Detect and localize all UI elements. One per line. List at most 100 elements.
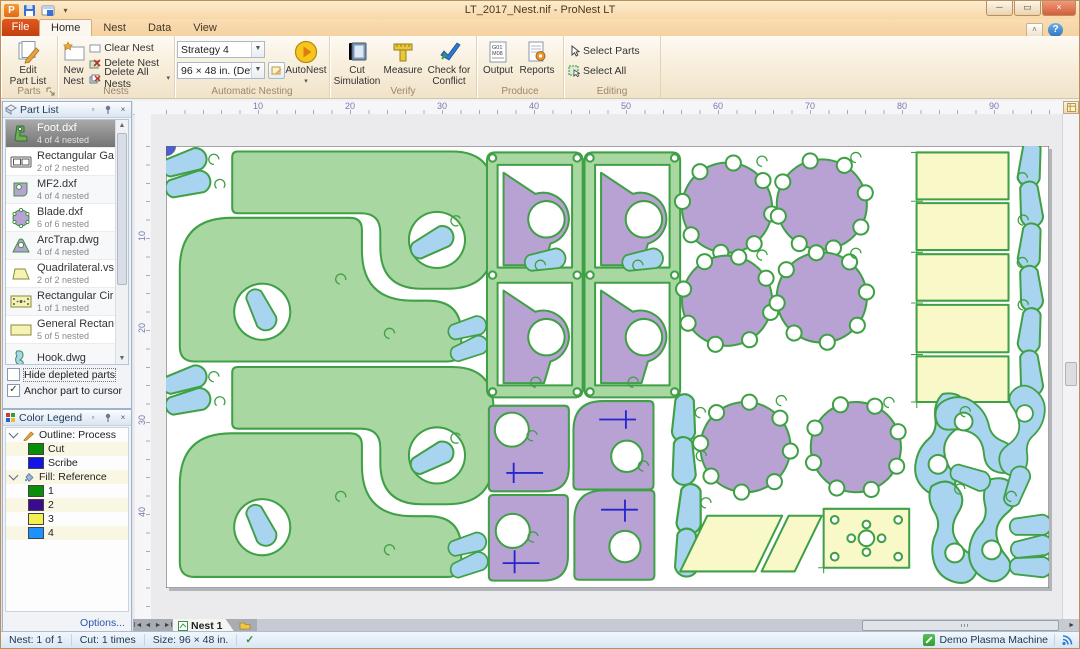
collapse-icon[interactable] — [9, 429, 19, 439]
cut-simulation-icon — [345, 40, 369, 64]
legend-group-outline[interactable]: Outline: Process — [6, 428, 128, 442]
select-all-button[interactable]: Select All — [566, 64, 642, 78]
network-signal-icon[interactable] — [1061, 634, 1075, 646]
scroll-down-icon[interactable]: ▼ — [116, 353, 128, 364]
part-list-item-foot[interactable]: Foot.dxf4 of 4 nested — [6, 120, 128, 148]
edit-plate-button[interactable] — [268, 62, 285, 79]
sidebar: Part List ▫ × Foot.dxf4 of 4 nested Rect… — [1, 101, 133, 632]
part-icon-blade — [9, 208, 33, 228]
help-icon[interactable]: ? — [1048, 23, 1063, 37]
delete-all-nests-button[interactable]: Delete All Nests ▾ — [87, 71, 172, 85]
part-list-item-rectangular-ga[interactable]: Rectangular Ga2 of 2 nested — [6, 148, 128, 176]
close-button[interactable]: × — [1042, 1, 1076, 16]
tab-view[interactable]: View — [182, 20, 228, 36]
legend-row-ref2[interactable]: 2 — [6, 498, 128, 512]
hide-depleted-checkbox[interactable]: Hide depleted parts — [7, 368, 131, 381]
clear-nest-icon — [89, 42, 101, 54]
ribbon-group-editing: Select Parts Select All Editing — [564, 36, 661, 98]
tab-data[interactable]: Data — [137, 20, 182, 36]
legend-row-cut[interactable]: Cut — [6, 442, 128, 456]
nest-viewport[interactable]: .cut{stroke:#3fa045;stroke-width:0.22;st… — [151, 114, 1063, 621]
status-nest-count: Nest: 1 of 1 — [1, 634, 72, 646]
collapse-icon[interactable] — [9, 471, 19, 481]
ribbon: Edit Part List Parts New Nest Clear Nest — [1, 36, 1079, 99]
plate-size-caret-icon: ▼ — [251, 63, 264, 78]
measure-button[interactable]: Measure — [382, 38, 424, 88]
part-list-panel: Part List ▫ × Foot.dxf4 of 4 nested Rect… — [2, 101, 132, 409]
tab-home[interactable]: Home — [39, 19, 92, 36]
part-list-item-hook[interactable]: Hook.dwg — [6, 344, 128, 365]
nest-canvas: 10 20 30 40 50 60 70 80 90 10 20 30 40 — [133, 101, 1079, 621]
edit-part-list-button[interactable]: Edit Part List — [3, 38, 53, 88]
nest-part-rectangular-circle[interactable] — [818, 509, 909, 573]
legend-group-fill[interactable]: Fill: Reference — [6, 470, 128, 484]
part-list-icon — [5, 104, 17, 115]
ruler-options-button[interactable] — [1063, 101, 1079, 114]
nest-part-rectangle-group[interactable] — [911, 152, 1008, 408]
svg-text:M08: M08 — [492, 51, 503, 57]
minimize-button[interactable]: ─ — [986, 1, 1013, 16]
canvas-vertical-scrollbar[interactable] — [1062, 114, 1079, 621]
status-valid-icon: ✓ — [237, 634, 262, 646]
part-list-item-mf2[interactable]: MF2.dxf4 of 4 nested — [6, 176, 128, 204]
ribbon-group-produce: G01M08 Output Reports Produce — [477, 36, 564, 98]
part-list-item-rectangular-cir[interactable]: Rectangular Cir1 of 1 nested — [6, 288, 128, 316]
part-icon-rectangular-gasket — [9, 152, 33, 172]
cut-simulation-button[interactable]: Cut Simulation — [332, 38, 382, 88]
part-list-item-general-rectan[interactable]: General Rectan5 of 5 nested — [6, 316, 128, 344]
part-list-item-blade[interactable]: Blade.dxf6 of 6 nested — [6, 204, 128, 232]
ribbon-tab-row: File Home Nest Data View — [1, 19, 1079, 36]
group-label-verify: Verify — [330, 86, 476, 98]
legend-row-scribe[interactable]: Scribe — [6, 456, 128, 470]
check-for-conflict-icon — [437, 40, 461, 64]
check-for-conflict-button[interactable]: Check for Conflict — [424, 38, 474, 88]
clear-nest-button[interactable]: Clear Nest — [87, 41, 172, 55]
autonest-icon — [294, 40, 318, 64]
edit-part-list-icon — [16, 40, 40, 64]
panel-float-icon[interactable]: ▫ — [87, 412, 99, 423]
anchor-part-checkbox[interactable]: ✓ Anchor part to cursor — [7, 384, 131, 397]
ruler-left: 10 20 30 40 — [135, 114, 152, 621]
color-legend-options-link[interactable]: Options... — [80, 617, 125, 629]
tab-file[interactable]: File — [2, 19, 39, 36]
machine-name[interactable]: Demo Plasma Machine — [939, 634, 1048, 646]
part-list-title: Part List — [20, 104, 84, 116]
reports-button[interactable]: Reports — [517, 38, 557, 88]
measure-icon — [391, 40, 415, 64]
plate-size-select[interactable]: 96 × 48 in. (Defaul ▼ — [177, 62, 265, 79]
ref3-color-swatch — [28, 513, 44, 525]
parts-dialog-launcher-icon[interactable] — [46, 87, 56, 97]
part-list-item-quadrilateral[interactable]: Quadrilateral.vs2 of 2 nested — [6, 260, 128, 288]
new-nest-button[interactable]: New Nest — [60, 38, 87, 88]
legend-row-ref4[interactable]: 4 — [6, 526, 128, 540]
legend-row-ref3[interactable]: 3 — [6, 512, 128, 526]
tab-nest[interactable]: Nest — [92, 20, 137, 36]
pencil-icon — [23, 430, 35, 441]
fill-bucket-icon — [23, 472, 35, 483]
panel-close-icon[interactable]: × — [117, 104, 129, 115]
maximize-button[interactable]: ▭ — [1014, 1, 1041, 16]
panel-float-icon[interactable]: ▫ — [87, 104, 99, 115]
panel-pin-icon[interactable] — [102, 412, 114, 423]
new-nest-tab-icon — [239, 621, 251, 630]
plate[interactable]: .cut{stroke:#3fa045;stroke-width:0.22;st… — [166, 146, 1049, 588]
color-legend-title: Color Legend — [19, 412, 84, 424]
select-parts-button[interactable]: Select Parts — [566, 44, 642, 58]
window-title: LT_2017_Nest.nif - ProNest LT — [1, 4, 1079, 16]
part-list-item-arctrap[interactable]: ArcTrap.dwg4 of 4 nested — [6, 232, 128, 260]
panel-pin-icon[interactable] — [102, 104, 114, 115]
scroll-up-icon[interactable]: ▲ — [116, 120, 128, 131]
group-label-editing: Editing — [564, 86, 660, 98]
part-list-scrollbar[interactable]: ▲ ▼ — [115, 120, 128, 364]
delete-nest-icon — [89, 57, 101, 69]
delete-all-nests-icon — [89, 72, 101, 84]
ribbon-group-parts: Edit Part List Parts — [1, 36, 58, 98]
part-icon-general-rectangle — [9, 320, 33, 340]
ref1-color-swatch — [28, 485, 44, 497]
panel-close-icon[interactable]: × — [117, 412, 129, 423]
output-button[interactable]: G01M08 Output — [479, 38, 517, 88]
strategy-select[interactable]: Strategy 4 ▼ — [177, 41, 265, 58]
legend-row-ref1[interactable]: 1 — [6, 484, 128, 498]
autonest-button[interactable]: AutoNest ▾ — [285, 38, 327, 88]
delete-all-nests-caret-icon: ▾ — [166, 74, 170, 82]
